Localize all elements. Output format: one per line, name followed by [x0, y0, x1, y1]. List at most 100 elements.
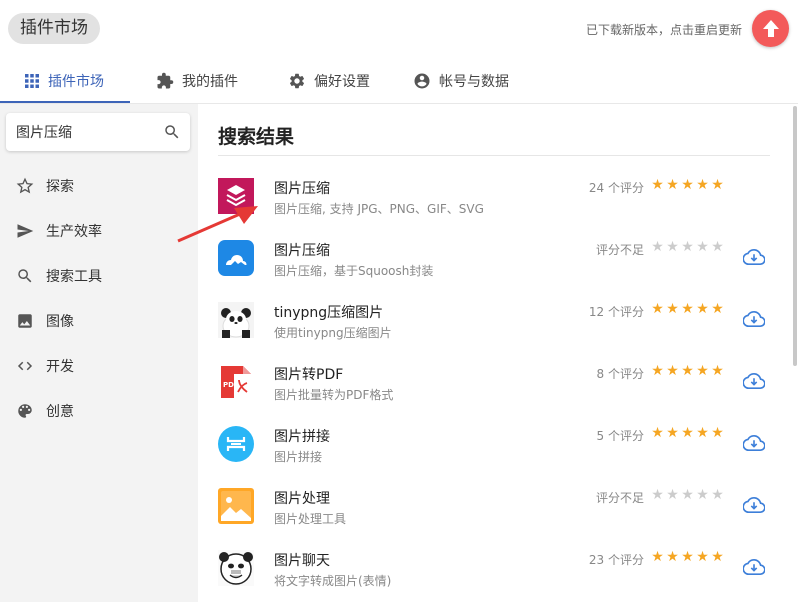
pdf-logo: PDF [218, 364, 254, 400]
star-icon: ★ [666, 301, 679, 317]
sidebar-item-search-tools[interactable]: 搜索工具 [0, 253, 198, 298]
rating-count: 8 个评分 [596, 367, 644, 381]
search-input[interactable] [16, 121, 156, 143]
svg-text:PDF: PDF [223, 381, 239, 389]
cloud-download-icon[interactable] [742, 496, 766, 518]
result-row[interactable]: 图片压缩 图片压缩，基于Squoosh封装 评分不足 ★ ★ ★ ★ ★ [198, 239, 798, 302]
star-rating: ★ ★ ★ ★ ★ [650, 239, 725, 255]
update-notice[interactable]: 已下载新版本，点击重启更新 [586, 21, 742, 38]
star-icon: ★ [651, 549, 664, 565]
star-icon: ★ [711, 239, 724, 255]
sidebar-item-label: 探索 [46, 178, 74, 195]
star-rating: ★ ★ ★ ★ ★ [650, 425, 725, 441]
puzzle-icon [156, 72, 174, 90]
result-row[interactable]: 图片聊天 将文字转成图片(表情) 23 个评分 ★ ★ ★ ★ ★ [198, 549, 798, 602]
sidebar-item-develop[interactable]: 开发 [0, 343, 198, 388]
sidebar-item-creative[interactable]: 创意 [0, 388, 198, 433]
cloud-download-icon[interactable] [742, 310, 766, 332]
sidebar-item-explore[interactable]: 探索 [0, 163, 198, 208]
result-row[interactable]: 图片处理 图片处理工具 评分不足 ★ ★ ★ ★ ★ [198, 487, 798, 550]
result-row[interactable]: tinypng压缩图片 使用tinypng压缩图片 12 个评分 ★ ★ ★ ★ ★ [198, 301, 798, 364]
send-icon [16, 222, 34, 240]
star-rating: ★ ★ ★ ★ ★ [650, 177, 725, 193]
scrollbar-thumb[interactable] [793, 106, 797, 366]
star-icon: ★ [681, 549, 694, 565]
tab-label: 插件市场 [48, 74, 104, 90]
tab-label: 帐号与数据 [439, 74, 509, 90]
sidebar-item-label: 图像 [46, 313, 74, 330]
result-row[interactable]: 图片拼接 图片拼接 5 个评分 ★ ★ ★ ★ ★ [198, 425, 798, 488]
sidebar-item-label: 搜索工具 [46, 268, 102, 285]
cloud-download-icon[interactable] [742, 248, 766, 270]
tab-my-plugins[interactable]: 我的插件 [156, 58, 238, 104]
cloud-download-icon[interactable] [742, 434, 766, 456]
rating-count: 12 个评分 [588, 305, 644, 319]
update-restart-button[interactable] [752, 10, 789, 47]
section-title: 搜索结果 [218, 126, 295, 148]
star-icon: ★ [696, 177, 709, 193]
star-icon: ★ [696, 239, 709, 255]
tab-preferences[interactable]: 偏好设置 [288, 58, 370, 104]
star-icon: ★ [651, 363, 664, 379]
grid-icon [24, 73, 40, 89]
rating-count: 24 个评分 [588, 181, 644, 195]
star-icon: ★ [651, 177, 664, 193]
plugin-name: 图片压缩 [274, 181, 330, 197]
star-icon: ★ [651, 425, 664, 441]
star-rating: ★ ★ ★ ★ ★ [650, 549, 725, 565]
tab-label: 我的插件 [182, 74, 238, 90]
search-icon [16, 267, 34, 285]
sidebar-item-productivity[interactable]: 生产效率 [0, 208, 198, 253]
plugin-description: 将文字转成图片(表情) [274, 574, 392, 588]
landscape-logo [218, 488, 254, 524]
sidebar-item-label: 创意 [46, 403, 74, 420]
sidebar-item-image[interactable]: 图像 [0, 298, 198, 343]
cloud-download-icon[interactable] [742, 372, 766, 394]
star-icon: ★ [666, 425, 679, 441]
stitch-logo [218, 426, 254, 462]
sidebar: 探索 生产效率 搜索工具 图像 开发 创意 [0, 104, 198, 602]
plugin-description: 图片拼接 [274, 450, 323, 464]
star-icon: ★ [681, 487, 694, 503]
plugin-description: 图片处理工具 [274, 512, 347, 526]
star-icon: ★ [696, 425, 709, 441]
cloud-download-icon[interactable] [742, 558, 766, 580]
rating-count: 5 个评分 [596, 429, 644, 443]
star-icon: ★ [696, 363, 709, 379]
main-content: 搜索结果 图片压缩 图片压缩, 支持 JPG、PNG、GIF、SVG 24 个评… [198, 104, 798, 602]
top-bar: 插件市场 已下载新版本，点击重启更新 [0, 0, 798, 58]
star-icon: ★ [711, 487, 724, 503]
rating-count: 23 个评分 [588, 553, 644, 567]
star-icon: ★ [651, 487, 664, 503]
app-title: 插件市场 [8, 13, 100, 44]
account-icon [413, 72, 431, 90]
gear-icon [288, 72, 306, 90]
star-icon: ★ [681, 177, 694, 193]
tab-account-data[interactable]: 帐号与数据 [413, 58, 509, 104]
image-icon [16, 312, 34, 330]
plugin-description: 图片批量转为PDF格式 [274, 388, 394, 402]
result-row[interactable]: PDF 图片转PDF 图片批量转为PDF格式 8 个评分 ★ ★ ★ ★ ★ [198, 363, 798, 426]
star-icon: ★ [711, 177, 724, 193]
plugin-name: 图片转PDF [274, 367, 344, 383]
star-icon: ★ [666, 239, 679, 255]
tab-plugin-market[interactable]: 插件市场 [24, 58, 104, 104]
scrollbar[interactable] [793, 104, 798, 602]
arrow-up-icon [762, 19, 779, 37]
star-icon: ★ [681, 239, 694, 255]
tab-label: 偏好设置 [314, 74, 370, 90]
result-row[interactable]: 图片压缩 图片压缩, 支持 JPG、PNG、GIF、SVG 24 个评分 ★ ★ ★… [198, 177, 798, 240]
star-icon: ★ [666, 487, 679, 503]
star-rating: ★ ★ ★ ★ ★ [650, 301, 725, 317]
star-icon: ★ [711, 363, 724, 379]
search-icon[interactable] [163, 123, 181, 145]
plugin-description: 使用tinypng压缩图片 [274, 326, 392, 340]
plugin-description: 图片压缩，基于Squoosh封装 [274, 264, 434, 278]
star-icon: ★ [651, 239, 664, 255]
star-icon: ★ [666, 363, 679, 379]
star-icon: ★ [696, 487, 709, 503]
layers-logo [218, 178, 254, 214]
main-tabs: 插件市场 我的插件 偏好设置 帐号与数据 [0, 58, 798, 104]
star-rating: ★ ★ ★ ★ ★ [650, 363, 725, 379]
star-icon: ★ [696, 301, 709, 317]
